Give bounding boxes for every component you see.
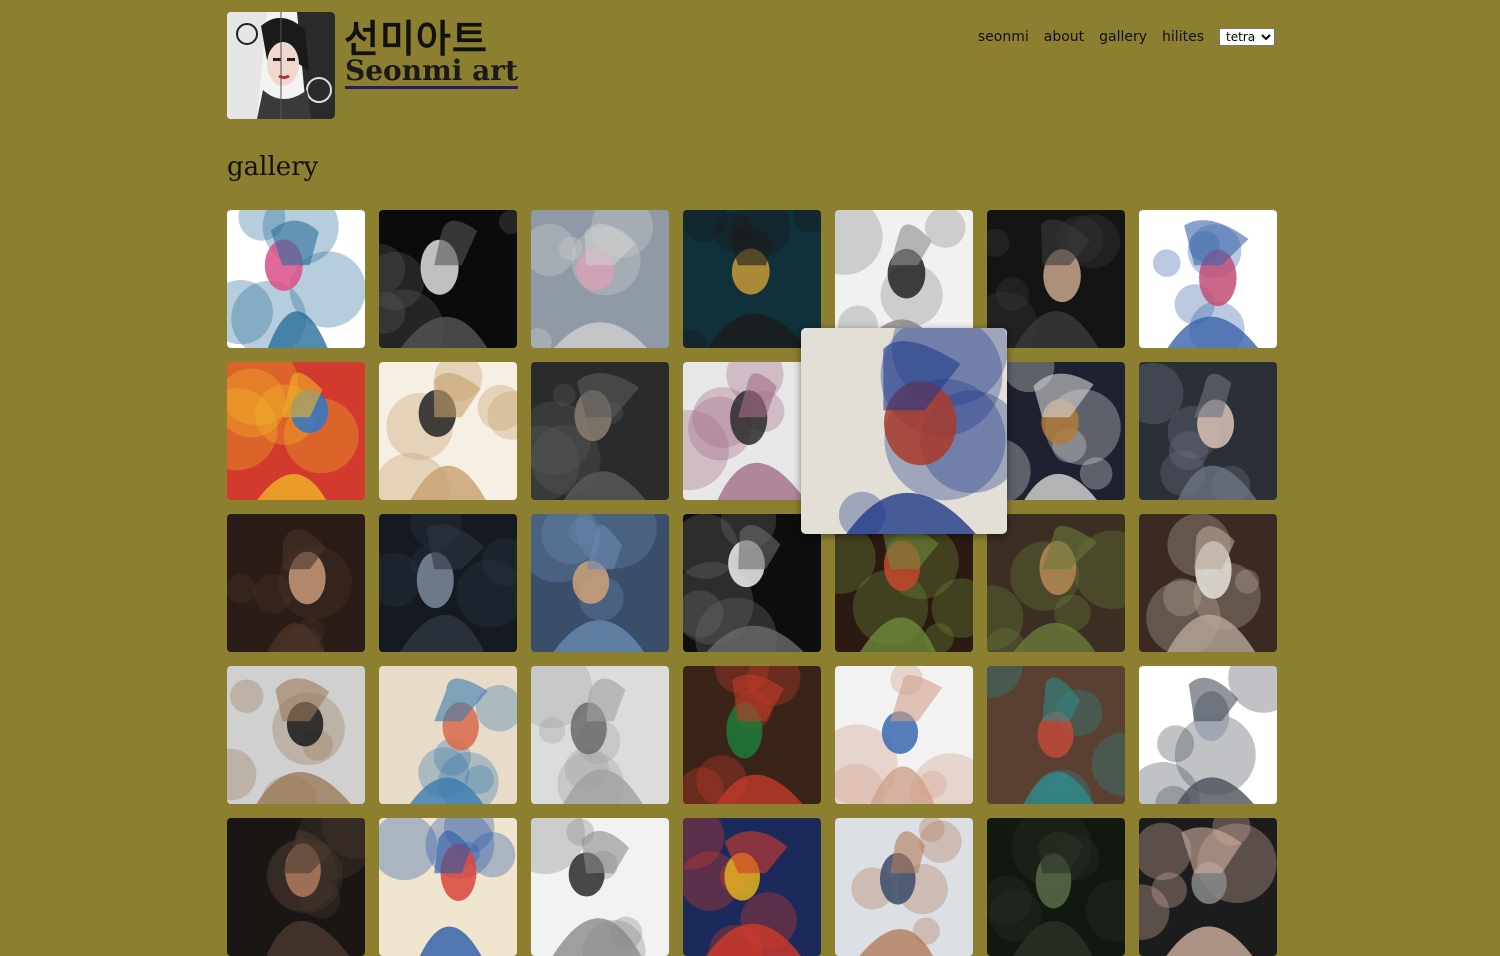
gallery-thumbnail[interactable] bbox=[531, 362, 669, 500]
color-scheme-select[interactable]: tetrad bbox=[1219, 28, 1275, 46]
nav-link-hilites[interactable]: hilites bbox=[1162, 29, 1204, 45]
gallery-thumbnail[interactable] bbox=[1139, 362, 1277, 500]
gallery-thumbnail[interactable] bbox=[227, 514, 365, 652]
gallery-thumbnail[interactable] bbox=[835, 818, 973, 956]
gallery-thumbnail[interactable] bbox=[531, 666, 669, 804]
gallery-thumbnail[interactable] bbox=[379, 210, 517, 348]
gallery-thumbnail[interactable] bbox=[531, 210, 669, 348]
gallery-thumbnail[interactable] bbox=[987, 818, 1125, 956]
gallery-thumbnail[interactable] bbox=[683, 210, 821, 348]
gallery-thumbnail[interactable] bbox=[987, 210, 1125, 348]
main-nav: seonmi about gallery hilites tetrad bbox=[978, 28, 1275, 46]
nav-link-gallery[interactable]: gallery bbox=[1099, 29, 1147, 45]
gallery-thumbnail[interactable] bbox=[379, 514, 517, 652]
gallery-preview-popup[interactable] bbox=[801, 328, 1007, 534]
site-title-link[interactable]: Seonmi art bbox=[345, 54, 518, 87]
gallery-grid bbox=[227, 210, 1277, 956]
gallery-thumbnail[interactable] bbox=[987, 362, 1125, 500]
site-header: 선미아트 Seonmi art seonmi about gallery hil… bbox=[227, 12, 1275, 122]
gallery-thumbnail[interactable] bbox=[1139, 514, 1277, 652]
gallery-thumbnail[interactable] bbox=[227, 362, 365, 500]
gallery-thumbnail[interactable] bbox=[683, 514, 821, 652]
portrait-logo-icon[interactable] bbox=[227, 12, 335, 119]
gallery-thumbnail[interactable] bbox=[987, 666, 1125, 804]
gallery-thumbnail[interactable] bbox=[1139, 666, 1277, 804]
nav-link-about[interactable]: about bbox=[1044, 29, 1084, 45]
gallery-thumbnail[interactable] bbox=[531, 514, 669, 652]
gallery-thumbnail[interactable] bbox=[1139, 818, 1277, 956]
gallery-thumbnail[interactable] bbox=[835, 514, 973, 652]
nav-link-seonmi[interactable]: seonmi bbox=[978, 29, 1029, 45]
gallery-thumbnail[interactable] bbox=[987, 514, 1125, 652]
gallery-thumbnail[interactable] bbox=[683, 818, 821, 956]
gallery-thumbnail[interactable] bbox=[1139, 210, 1277, 348]
gallery-thumbnail[interactable] bbox=[379, 818, 517, 956]
gallery-thumbnail[interactable] bbox=[227, 818, 365, 956]
gallery-thumbnail[interactable] bbox=[379, 666, 517, 804]
gallery-thumbnail[interactable] bbox=[835, 666, 973, 804]
gallery-thumbnail[interactable] bbox=[683, 666, 821, 804]
gallery-thumbnail[interactable] bbox=[227, 666, 365, 804]
page-title: gallery bbox=[227, 152, 319, 182]
gallery-thumbnail[interactable] bbox=[379, 362, 517, 500]
gallery-thumbnail[interactable] bbox=[531, 818, 669, 956]
gallery-thumbnail[interactable] bbox=[227, 210, 365, 348]
